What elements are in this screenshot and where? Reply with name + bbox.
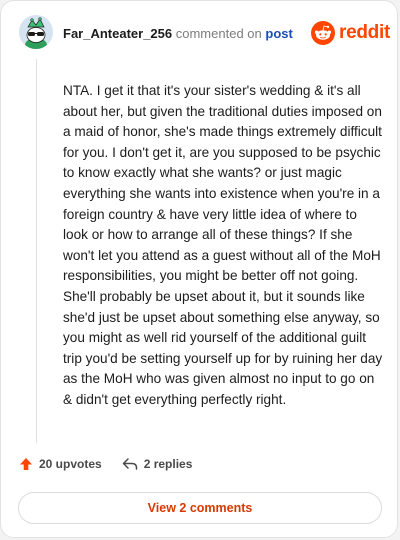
replies-count: 2 replies <box>143 457 193 471</box>
post-link[interactable]: post <box>265 26 292 41</box>
replies-button[interactable]: 2 replies <box>122 457 193 471</box>
thread-line[interactable] <box>36 59 37 443</box>
commented-on-text: commented on <box>175 26 262 41</box>
upvote-button[interactable]: 20 upvotes <box>19 457 102 471</box>
user-avatar[interactable] <box>19 15 53 49</box>
view-comments-button[interactable]: View 2 comments <box>18 492 382 524</box>
comment-header: Far_Anteater_256 commented on post <box>63 26 293 41</box>
avatar-icon <box>19 15 53 49</box>
username-link[interactable]: Far_Anteater_256 <box>63 26 172 41</box>
reddit-wordmark: reddit <box>339 22 390 43</box>
reddit-brand[interactable]: reddit <box>311 20 390 46</box>
comment-card: Far_Anteater_256 commented on post reddi… <box>0 0 398 538</box>
reply-arrow-icon <box>122 458 137 470</box>
upvote-arrow-icon <box>20 458 32 470</box>
comment-actions: 20 upvotes 2 replies <box>19 457 192 471</box>
comment-body: NTA. I get it that it's your sister's we… <box>63 83 383 407</box>
reddit-logo-icon <box>311 21 335 45</box>
upvote-count: 20 upvotes <box>39 457 102 471</box>
